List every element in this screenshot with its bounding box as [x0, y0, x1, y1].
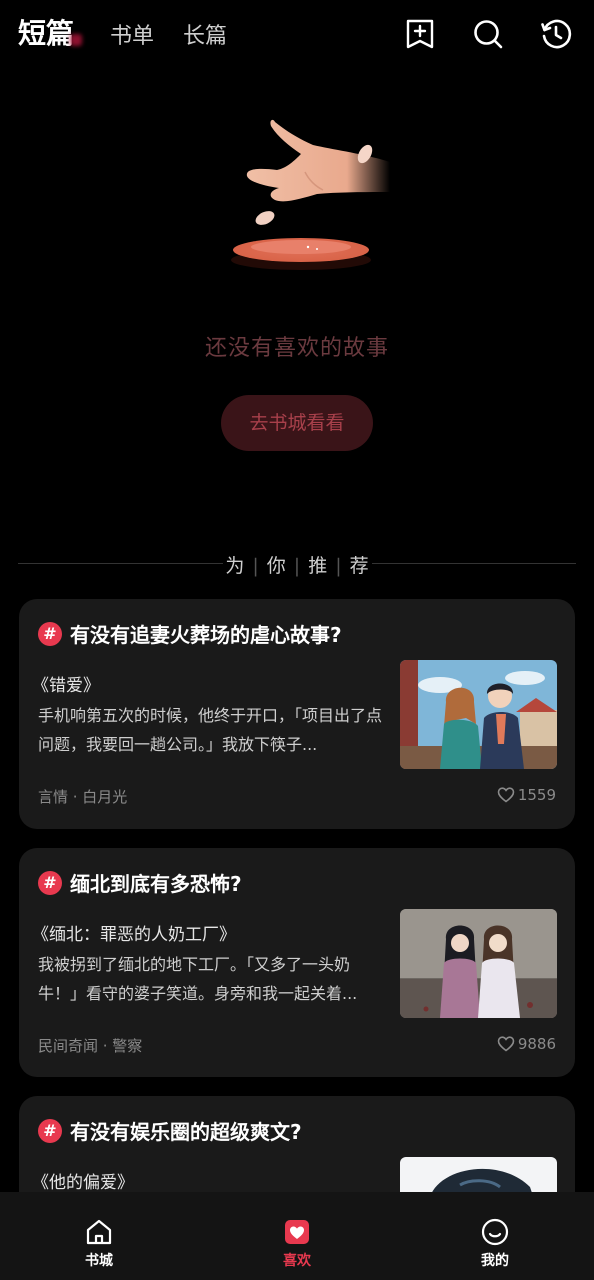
hashtag-badge: # [38, 621, 62, 646]
story-card[interactable]: # 有没有追妻火葬场的虐心故事? 《错爱》 手机响第五次的时候，他终于开口，「项… [19, 599, 575, 829]
book-title: 《他的偏爱》 [32, 1173, 134, 1193]
recommend-heading: 为 | 你 | 推 | 荐 [0, 551, 594, 578]
story-excerpt: 手机响第五次的时候，他终于开口，「项目出了点问题，我要回一趟公司。」我放下筷子.… [38, 706, 383, 754]
tab-short-stories[interactable]: 短篇 [18, 12, 74, 52]
heart-outline-icon [497, 787, 515, 803]
like-count[interactable]: 9886 [497, 1035, 556, 1053]
recommend-char: 推 [308, 555, 328, 577]
like-count-value: 1559 [517, 786, 556, 804]
question-text: 缅北到底有多恐怖? [70, 872, 242, 896]
history-icon[interactable] [540, 18, 572, 50]
story-tags: 民间奇闻 · 警察 [38, 1037, 143, 1055]
nav-profile[interactable]: 我的 [445, 1192, 545, 1280]
hashtag-badge: # [38, 1118, 62, 1143]
story-excerpt: 我被拐到了缅北的地下工厂。「又多了一头奶牛！」看守的婆子笑道。身旁和我一起关着.… [38, 955, 358, 1003]
search-icon[interactable] [472, 18, 504, 50]
tab-long-stories[interactable]: 长篇 [183, 18, 227, 50]
home-icon [86, 1219, 112, 1245]
book-title: 《错爱》 [32, 676, 100, 696]
nav-favorites[interactable]: 喜欢 [247, 1192, 347, 1280]
tab-book-lists[interactable]: 书单 [110, 18, 154, 50]
nav-label: 我的 [481, 1253, 509, 1269]
empty-state-illustration [205, 110, 395, 280]
story-tags: 言情 · 白月光 [38, 788, 128, 806]
recommend-char: 你 [266, 555, 286, 577]
heart-outline-icon [497, 1036, 515, 1052]
question-text: 有没有追妻火葬场的虐心故事? [70, 623, 342, 647]
smile-icon [481, 1218, 509, 1246]
book-title: 《缅北：罪恶的人奶工厂》 [32, 925, 236, 945]
like-count[interactable]: 1559 [497, 786, 556, 804]
bottom-navigation: 书城 喜欢 我的 [0, 1192, 594, 1280]
story-question[interactable]: # 缅北到底有多恐怖? [38, 868, 242, 897]
story-cover-image[interactable] [400, 660, 557, 769]
nav-bookstore[interactable]: 书城 [49, 1192, 149, 1280]
story-question[interactable]: # 有没有追妻火葬场的虐心故事? [38, 619, 342, 648]
heart-icon [285, 1220, 309, 1244]
top-bar: 短篇 书单 长篇 [0, 0, 594, 70]
hashtag-badge: # [38, 870, 62, 895]
empty-state-message: 还没有喜欢的故事 [204, 336, 389, 361]
recommend-char: 为 [225, 555, 245, 577]
active-tab-indicator [70, 34, 82, 46]
story-cover-image[interactable] [400, 909, 557, 1018]
recommend-char: 荐 [349, 555, 369, 577]
question-text: 有没有娱乐圈的超级爽文? [70, 1120, 302, 1144]
add-bookmark-icon[interactable] [404, 18, 436, 50]
page: 短篇 书单 长篇 还没有喜欢的故事 去书城看看 为 | 你 | 推 | 荐 # … [0, 0, 594, 1280]
go-to-bookstore-button[interactable]: 去书城看看 [221, 395, 373, 451]
nav-label: 喜欢 [283, 1253, 311, 1269]
story-card[interactable]: # 缅北到底有多恐怖? 《缅北：罪恶的人奶工厂》 我被拐到了缅北的地下工厂。「又… [19, 848, 575, 1077]
like-count-value: 9886 [517, 1035, 556, 1053]
nav-label: 书城 [85, 1253, 113, 1269]
story-question[interactable]: # 有没有娱乐圈的超级爽文? [38, 1116, 302, 1145]
